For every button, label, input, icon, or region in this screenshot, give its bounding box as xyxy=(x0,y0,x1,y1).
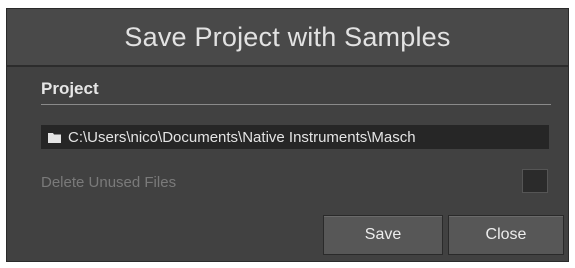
section-divider xyxy=(41,104,551,105)
close-button[interactable]: Close xyxy=(448,215,564,255)
dialog-title: Save Project with Samples xyxy=(124,21,451,52)
delete-unused-files-checkbox[interactable] xyxy=(522,169,548,193)
save-project-dialog: Save Project with Samples Project C:\Use… xyxy=(6,8,569,262)
delete-unused-files-label: Delete Unused Files xyxy=(41,174,177,191)
save-button[interactable]: Save xyxy=(323,215,443,255)
project-section-label: Project xyxy=(41,79,99,98)
project-path-text: C:\Users\nico\Documents\Native Instrumen… xyxy=(68,128,416,146)
folder-icon xyxy=(48,132,61,143)
dialog-titlebar: Save Project with Samples xyxy=(7,9,568,67)
project-path-field[interactable]: C:\Users\nico\Documents\Native Instrumen… xyxy=(41,125,549,149)
